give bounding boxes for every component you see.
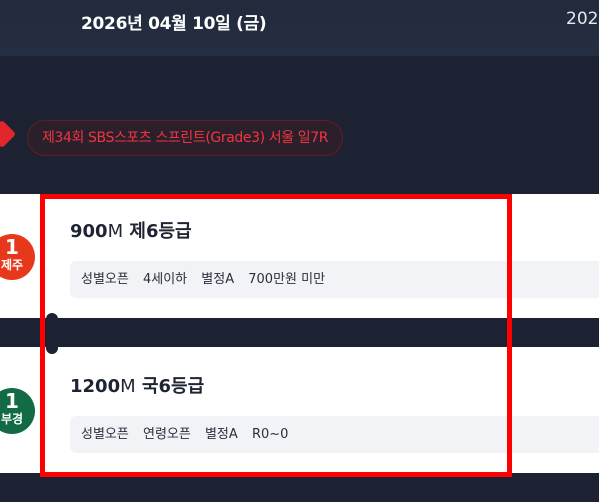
race-distance-grade: 900M 제6등급 [70, 217, 192, 243]
condition-rating: 700만원 미만 [248, 272, 326, 287]
condition-sex: 성별오픈 [81, 427, 129, 442]
race-conditions: 성별오픈 4세이하 별정A 700만원 미만 [70, 261, 599, 298]
race-title-badge[interactable]: 제34회 SBS스포츠 스프린트(Grade3) 서울 일7R [27, 120, 344, 156]
distance-value: 1200 [70, 376, 121, 397]
condition-age: 4세이하 [142, 272, 188, 287]
race-card-bukyung[interactable] [0, 347, 599, 473]
condition-weight: 별정A [201, 272, 235, 287]
card-divider [0, 318, 599, 347]
race-grade: 제6등급 [129, 221, 192, 242]
race-card-jeju[interactable] [0, 194, 599, 318]
condition-sex: 성별오픈 [81, 272, 129, 287]
badge-location: 제주 [0, 258, 24, 272]
timeline-node [46, 342, 58, 354]
timeline-node [46, 313, 58, 325]
race-distance-grade: 1200M 국6등급 [70, 372, 204, 398]
condition-rating: R0~0 [251, 427, 289, 442]
condition-age: 연령오픈 [142, 427, 191, 442]
badge-location: 부경 [0, 412, 24, 426]
badge-number: 1 [5, 235, 19, 259]
condition-weight: 별정A [204, 427, 238, 442]
distance-unit: M [107, 221, 124, 242]
badge-number: 1 [5, 389, 19, 413]
selected-date: 2026년 04월 10일 (금) [81, 14, 267, 34]
race-conditions: 성별오픈 연령오픈 별정A R0~0 [70, 416, 599, 453]
race-grade: 국6등급 [141, 376, 205, 397]
bottom-area [0, 473, 599, 502]
top-bar: 2026년 04월 10일 (금) 2026 [0, 0, 599, 56]
next-date[interactable]: 2026 [566, 9, 599, 29]
distance-value: 900 [70, 221, 108, 242]
distance-unit: M [120, 376, 136, 397]
